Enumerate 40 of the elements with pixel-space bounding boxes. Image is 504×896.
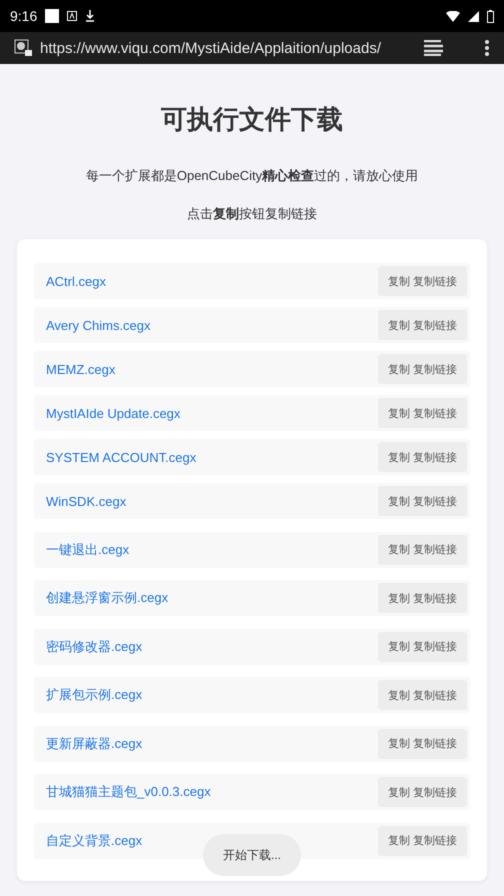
more-menu-icon[interactable]	[484, 39, 490, 57]
file-link[interactable]: 一键退出.cegx	[46, 540, 130, 558]
copy-button[interactable]: 复制 复制链接	[378, 354, 467, 384]
notification-icon	[45, 9, 60, 23]
copy-button[interactable]: 复制 复制链接	[378, 632, 467, 662]
copy-button[interactable]: 复制 复制链接	[378, 398, 467, 428]
copy-button[interactable]: 复制 复制链接	[378, 310, 467, 340]
status-time: 9:16	[10, 8, 38, 24]
app-icon	[67, 11, 78, 21]
battery-icon	[487, 10, 494, 22]
copy-button[interactable]: 复制 复制链接	[378, 583, 467, 613]
copy-button[interactable]: 复制 复制链接	[378, 680, 467, 710]
download-icon	[85, 10, 96, 22]
copy-button[interactable]: 复制 复制链接	[378, 266, 467, 296]
copy-button[interactable]: 复制 复制链接	[378, 728, 467, 758]
file-link[interactable]: WinSDK.cegx	[46, 494, 126, 508]
file-link[interactable]: 自定义背景.cegx	[46, 832, 142, 850]
instruction-text: 每一个扩展都是OpenCubeCity精心检查过的，请放心使用	[86, 167, 418, 185]
tabs-icon[interactable]	[424, 40, 444, 56]
site-info-icon[interactable]	[14, 39, 32, 57]
file-link[interactable]: 密码修改器.cegx	[46, 638, 142, 656]
copy-button[interactable]: 复制 复制链接	[378, 442, 467, 472]
file-link[interactable]: 更新屏蔽器.cegx	[46, 734, 142, 752]
signal-icon	[468, 10, 479, 22]
instruction-text: 点击复制按钮复制链接	[187, 205, 317, 223]
file-link[interactable]: 扩展包示例.cegx	[46, 686, 142, 704]
copy-button[interactable]: 复制 复制链接	[378, 534, 467, 564]
copy-button[interactable]: 复制 复制链接	[378, 777, 467, 807]
copy-button[interactable]: 复制 复制链接	[378, 486, 467, 516]
file-link[interactable]: 创建悬浮窗示例.cegx	[46, 589, 168, 607]
file-link[interactable]: Avery Chims.cegx	[46, 318, 151, 332]
page-title: 可执行文件下载	[161, 103, 343, 136]
file-link[interactable]: ACtrl.cegx	[46, 274, 106, 288]
file-link[interactable]: MEMZ.cegx	[46, 362, 116, 376]
file-link[interactable]: SYSTEM ACCOUNT.cegx	[46, 450, 196, 464]
file-link[interactable]: 甘城猫猫主题包_v0.0.3.cegx	[46, 783, 211, 801]
toast-message: 开始下载...	[203, 834, 301, 876]
wifi-icon	[446, 10, 460, 22]
file-link[interactable]: MystIAIde Update.cegx	[46, 406, 180, 420]
copy-button[interactable]: 复制 复制链接	[378, 826, 467, 856]
